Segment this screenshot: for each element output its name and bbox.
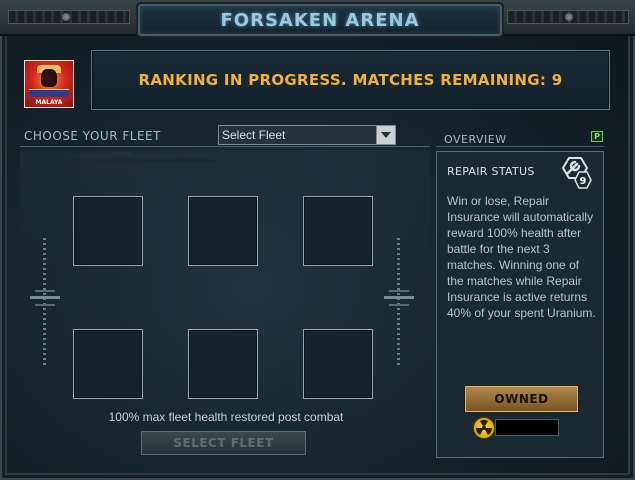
owned-button-label: OWNED [494, 392, 549, 406]
overview-header-line [436, 146, 604, 147]
repair-count: 9 [580, 176, 587, 187]
formation-ladder-left [30, 238, 60, 368]
wrench-icon: 9 [555, 156, 595, 192]
formation-ladder-right [384, 238, 414, 368]
overview-header: OVERVIEW [444, 133, 507, 146]
uranium-icon [473, 417, 495, 439]
ladder-rung [35, 304, 55, 306]
select-fleet-button[interactable]: SELECT FLEET [141, 431, 306, 455]
owned-button[interactable]: OWNED [465, 386, 578, 412]
rivet [62, 13, 70, 21]
repair-description: Win or lose, Repair Insurance will autom… [447, 194, 596, 320]
ladder-rung [389, 304, 409, 306]
ladder-rung [384, 296, 414, 299]
overview-panel: REPAIR STATUS 9 Win or lose, Repair Insu… [436, 151, 604, 458]
choose-fleet-header: CHOOSE YOUR FLEET [24, 129, 161, 143]
fleet-header-line [20, 146, 430, 147]
fleet-slot-2[interactable] [188, 196, 258, 266]
fleet-slot-5[interactable] [188, 329, 258, 399]
ladder-rung [389, 290, 409, 292]
p-badge: P [591, 131, 603, 142]
ladder-spine [397, 238, 400, 368]
fleet-slot-1[interactable] [73, 196, 143, 266]
fleet-slot-4[interactable] [73, 329, 143, 399]
window-title: FORSAKEN ARENA [220, 9, 420, 31]
emblem-head [41, 69, 57, 87]
fleet-slot-6[interactable] [303, 329, 373, 399]
ladder-rung [30, 296, 60, 299]
repair-status-title: REPAIR STATUS [447, 165, 535, 178]
ranking-status-message: RANKING IN PROGRESS. MATCHES REMAINING: … [138, 71, 563, 89]
title-bar: FORSAKEN ARENA [0, 0, 635, 36]
select-fleet-button-label: SELECT FLEET [173, 436, 274, 450]
fleet-select[interactable]: Select Fleet [218, 125, 396, 145]
fleet-restore-note: 100% max fleet health restored post comb… [108, 410, 344, 424]
title-plate: FORSAKEN ARENA [138, 4, 502, 36]
rivet [565, 13, 573, 21]
fleet-slot-3[interactable] [303, 196, 373, 266]
emblem-banner [29, 89, 69, 97]
chevron-down-icon[interactable] [376, 126, 395, 144]
ranking-status-panel: RANKING IN PROGRESS. MATCHES REMAINING: … [91, 50, 610, 110]
emblem-label: MALAYA [35, 99, 63, 106]
player-emblem: MALAYA [24, 60, 74, 108]
ladder-rung [35, 290, 55, 292]
ladder-spine [43, 238, 46, 368]
uranium-amount-field [495, 419, 559, 436]
fleet-select-value: Select Fleet [222, 128, 286, 142]
